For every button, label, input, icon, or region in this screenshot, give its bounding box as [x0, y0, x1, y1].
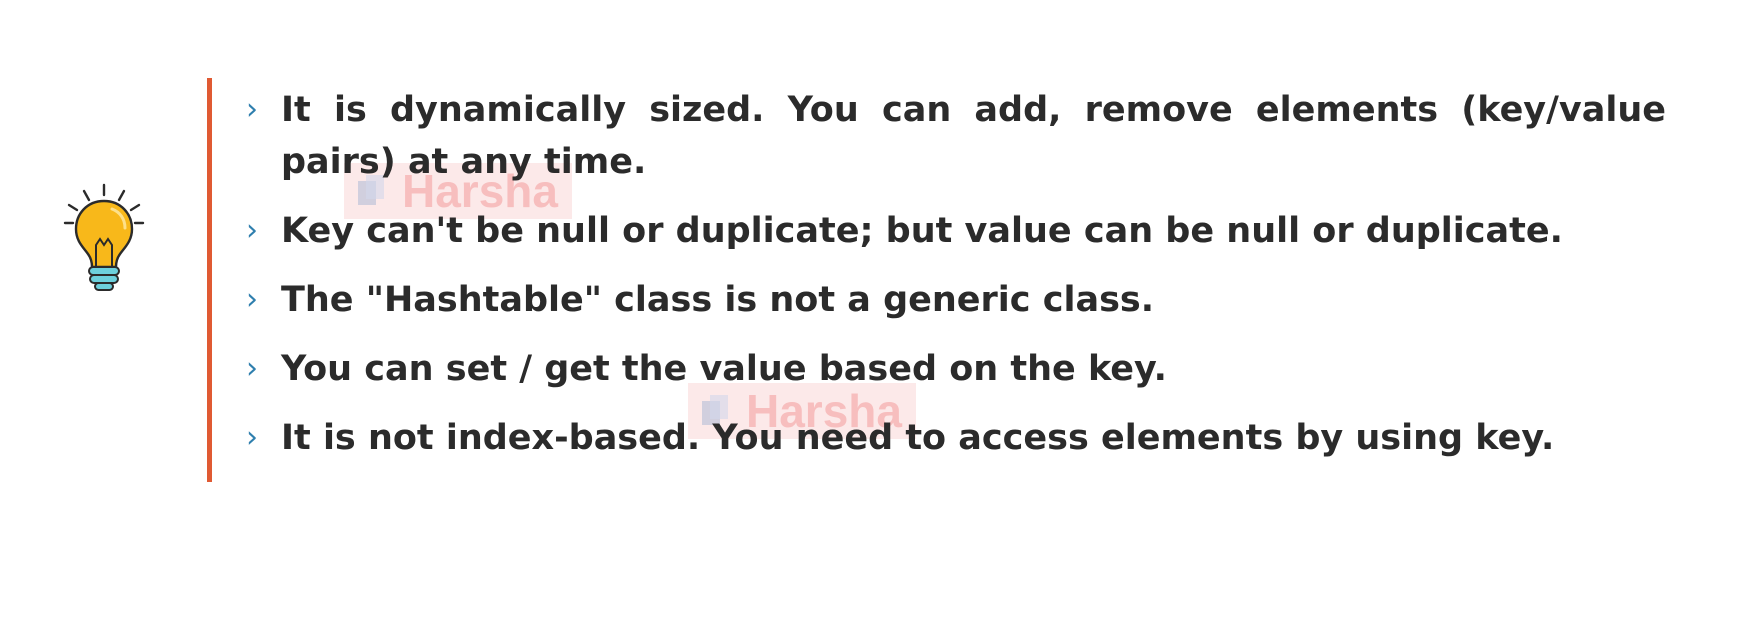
bullet-item: › Key can't be null or duplicate; but va…: [246, 205, 1666, 257]
chevron-right-icon: ›: [246, 351, 258, 386]
bullet-text: It is not index-based. You need to acces…: [281, 418, 1555, 458]
chevron-right-icon: ›: [246, 282, 258, 317]
bullet-item: › You can set / get the value based on t…: [246, 343, 1666, 395]
slide: Harsha Harsha › It is dynamically sized.…: [0, 0, 1741, 620]
bullet-text: You can set / get the value based on the…: [281, 349, 1167, 389]
bullet-item: › It is dynamically sized. You can add, …: [246, 84, 1666, 188]
chevron-right-icon: ›: [246, 420, 258, 455]
chevron-right-icon: ›: [246, 92, 258, 127]
chevron-right-icon: ›: [246, 213, 258, 248]
lightbulb-icon: [63, 183, 145, 291]
accent-rule: [207, 78, 212, 482]
bullet-text: Key can't be null or duplicate; but valu…: [281, 211, 1563, 251]
bullet-text: The "Hashtable" class is not a generic c…: [281, 280, 1155, 320]
bullet-item: › It is not index-based. You need to acc…: [246, 412, 1666, 464]
bullet-text: It is dynamically sized. You can add, re…: [281, 90, 1666, 182]
bullet-list: › It is dynamically sized. You can add, …: [246, 84, 1666, 481]
bullet-item: › The "Hashtable" class is not a generic…: [246, 274, 1666, 326]
